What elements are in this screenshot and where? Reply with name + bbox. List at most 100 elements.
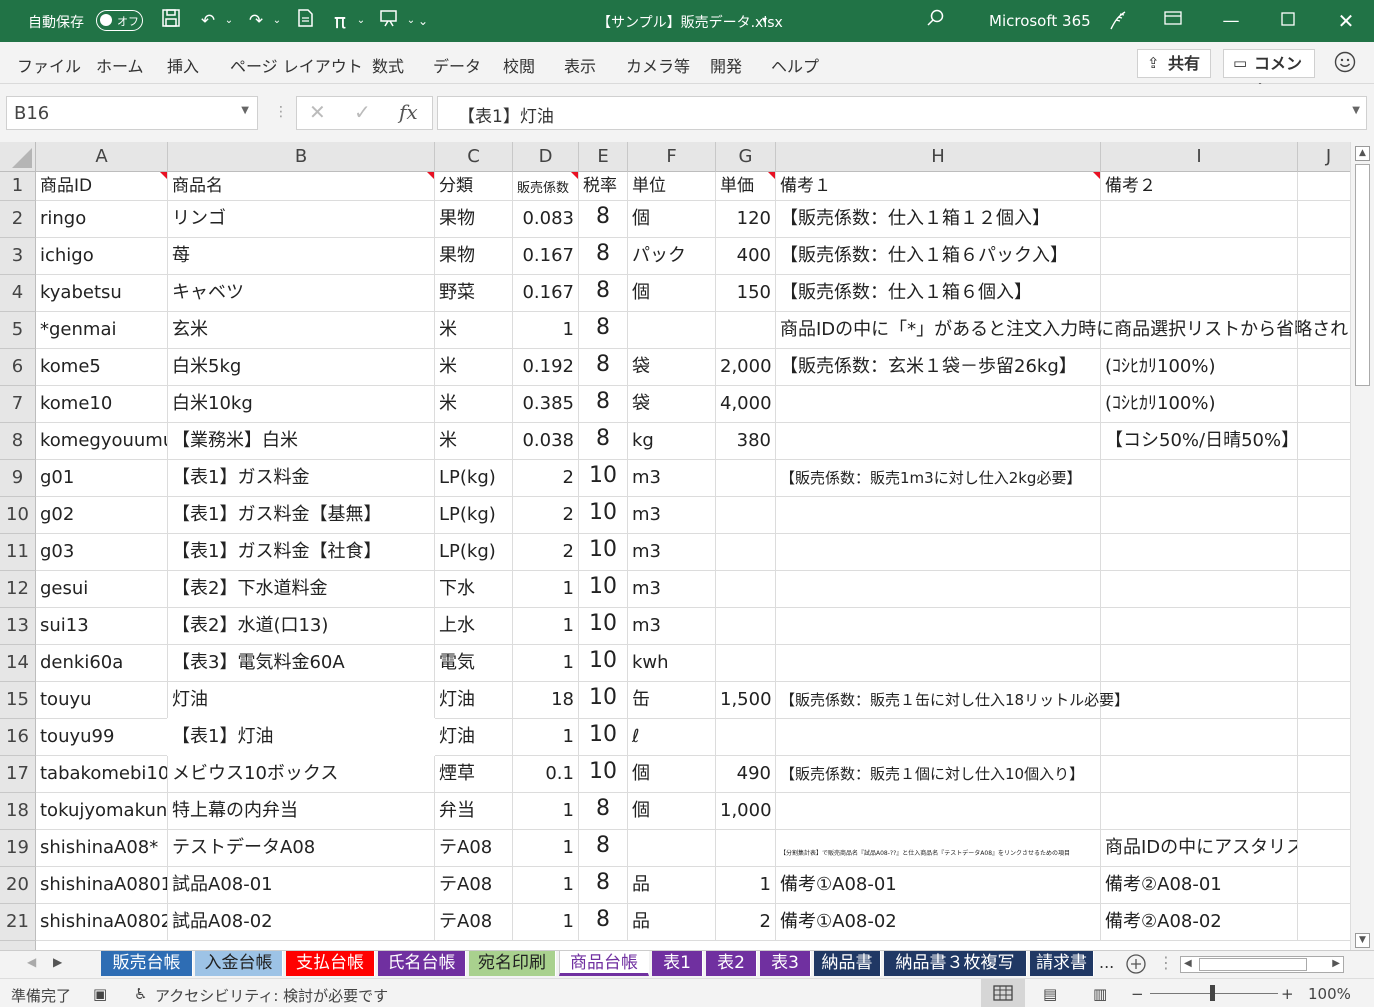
cell-i18[interactable]	[1101, 793, 1298, 830]
cell-e3[interactable]: 8	[579, 238, 628, 275]
sheet-tab[interactable]: 納品書	[814, 951, 881, 976]
cell-i12[interactable]	[1101, 571, 1298, 608]
cell-f1[interactable]: 単位	[628, 172, 716, 201]
cell-g7[interactable]: 4,000	[716, 386, 776, 423]
horizontal-scrollbar[interactable]: ◀ ▶	[1180, 956, 1344, 973]
cell-j3[interactable]	[1298, 238, 1350, 275]
scroll-thumb[interactable]	[1355, 164, 1370, 386]
cell-b14[interactable]: 【表3】電気料金60A	[168, 645, 435, 682]
cell-j16[interactable]	[1298, 719, 1350, 756]
scroll-up-icon[interactable]: ▲	[1355, 146, 1370, 161]
cell-b5[interactable]: 玄米	[168, 312, 435, 349]
cell-c17[interactable]: 煙草	[435, 756, 513, 793]
row-header[interactable]: 20	[0, 867, 36, 904]
cell-j7[interactable]	[1298, 386, 1350, 423]
cancel-icon[interactable]: ✕	[309, 100, 326, 124]
cell-b17[interactable]: メビウス10ボックス	[168, 756, 435, 793]
save-icon[interactable]	[158, 8, 184, 34]
cell-g16[interactable]	[716, 719, 776, 756]
cell-j12[interactable]	[1298, 571, 1350, 608]
cell-f11[interactable]: m3	[628, 534, 716, 571]
sheet-tab[interactable]: 表3	[760, 951, 811, 976]
cell-b11[interactable]: 【表1】ガス料金【社食】	[168, 534, 435, 571]
normal-view-button[interactable]	[981, 979, 1025, 1007]
cell-c3[interactable]: 果物	[435, 238, 513, 275]
cell-a9[interactable]: g01	[36, 460, 168, 497]
cell-a19[interactable]: shishinaA08*	[36, 830, 168, 867]
cell-i8[interactable]: 【コシ50%/日晴50%】	[1101, 423, 1298, 460]
cell-j20[interactable]	[1298, 867, 1350, 904]
cell-b10[interactable]: 【表1】ガス料金【基無】	[168, 497, 435, 534]
cell-d8[interactable]: 0.038	[513, 423, 579, 460]
spreadsheet-grid[interactable]: A B C D E F G H I J 1 商品ID 商品名 分類 販売係数 税率 単位 単価 備考１ 備考２ 2 rin…	[0, 142, 1350, 950]
cell-e13[interactable]: 10	[579, 608, 628, 645]
cell-a13[interactable]: sui13	[36, 608, 168, 645]
cell-e19[interactable]: 8	[579, 830, 628, 867]
column-header-f[interactable]: F	[628, 142, 716, 172]
cell-d5[interactable]: 1	[513, 312, 579, 349]
search-icon[interactable]	[923, 8, 949, 34]
cell-h15[interactable]: 【販売係数：販売１缶に対し仕入18リットル必要】	[776, 682, 1129, 719]
cell-h6[interactable]: 【販売係数：玄米１袋－歩留26kg】	[776, 349, 1101, 386]
cell-a11[interactable]: g03	[36, 534, 168, 571]
cell-d4[interactable]: 0.167	[513, 275, 579, 312]
name-box[interactable]: B16 ▼	[6, 96, 258, 130]
cell-a8[interactable]: komegyouumu	[36, 423, 168, 460]
cell-i3[interactable]	[1101, 238, 1298, 275]
row-header[interactable]: 18	[0, 793, 36, 830]
cell-g6[interactable]: 2,000	[716, 349, 776, 386]
cell-j18[interactable]	[1298, 793, 1350, 830]
cell-f17[interactable]: 個	[628, 756, 716, 793]
cell-i11[interactable]	[1101, 534, 1298, 571]
scroll-left-icon[interactable]: ◀	[1184, 958, 1192, 969]
tab-formulas[interactable]: 数式	[372, 53, 404, 77]
row-header[interactable]: 16	[0, 719, 36, 756]
cell-f15[interactable]: 缶	[628, 682, 716, 719]
row-header[interactable]: 12	[0, 571, 36, 608]
sheet-tab[interactable]: 納品書３枚複写	[884, 951, 1027, 976]
sheet-tab[interactable]: 表2	[706, 951, 757, 976]
cell-d21[interactable]: 1	[513, 904, 579, 941]
enter-check-icon[interactable]: ✓	[354, 100, 371, 124]
cell-c18[interactable]: 弁当	[435, 793, 513, 830]
row-header[interactable]: 14	[0, 645, 36, 682]
cell-e4[interactable]: 8	[579, 275, 628, 312]
column-header-h[interactable]: H	[776, 142, 1101, 172]
cell-h17[interactable]: 【販売係数：販売１個に対し仕入10個入り】	[776, 756, 1101, 793]
cell-d1[interactable]: 販売係数	[513, 172, 579, 201]
cell-b8[interactable]: 【業務米】白米	[168, 423, 435, 460]
add-sheet-icon[interactable]	[1125, 953, 1147, 975]
row-header[interactable]: 17	[0, 756, 36, 793]
cell-a16[interactable]: touyu99	[36, 719, 168, 756]
cell-b2[interactable]: リンゴ	[168, 201, 435, 238]
cell-f6[interactable]: 袋	[628, 349, 716, 386]
tab-page-layout[interactable]: ページ レイアウト	[230, 53, 363, 77]
cell-f18[interactable]: 個	[628, 793, 716, 830]
cell-f7[interactable]: 袋	[628, 386, 716, 423]
cell-h5[interactable]: 商品IDの中に「*」があると注文入力時に商品選択リストから省略される。	[776, 312, 1350, 349]
cell-g10[interactable]	[716, 497, 776, 534]
macro-record-icon[interactable]: ▣	[93, 985, 107, 1003]
tab-camera[interactable]: カメラ等	[626, 53, 690, 77]
zoom-out-icon[interactable]: −	[1131, 985, 1144, 1003]
accessibility-status[interactable]: アクセシビリティ: 検討が必要です	[155, 985, 388, 1006]
cell-g15[interactable]: 1,500	[716, 682, 776, 719]
cell-b9[interactable]: 【表1】ガス料金	[168, 460, 435, 497]
cell-h4[interactable]: 【販売係数：仕入１箱６個入】	[776, 275, 1101, 312]
next-sheet-icon[interactable]: ▶	[53, 955, 62, 969]
row-header[interactable]: 19	[0, 830, 36, 867]
cell-h12[interactable]	[776, 571, 1101, 608]
cell-c14[interactable]: 電気	[435, 645, 513, 682]
cell-e21[interactable]: 8	[579, 904, 628, 941]
column-header-b[interactable]: B	[168, 142, 435, 172]
cell-g8[interactable]: 380	[716, 423, 776, 460]
tab-data[interactable]: データ	[433, 53, 481, 77]
tab-file[interactable]: ファイル	[17, 53, 81, 77]
cell-e7[interactable]: 8	[579, 386, 628, 423]
cell-i21[interactable]: 備考②A08-02	[1101, 904, 1298, 941]
cell-f10[interactable]: m3	[628, 497, 716, 534]
cell-d6[interactable]: 0.192	[513, 349, 579, 386]
page-layout-view-icon[interactable]: ▤	[1043, 985, 1057, 1003]
cell-c10[interactable]: LP(kg)	[435, 497, 513, 534]
cell-c5[interactable]: 米	[435, 312, 513, 349]
